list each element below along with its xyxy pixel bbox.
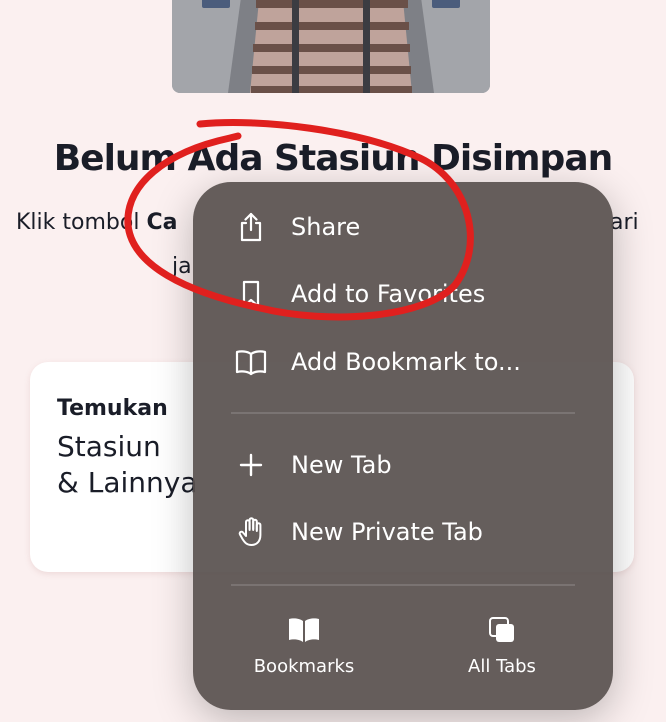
browser-context-menu: Share Add to Favorites Add Bookmark to..… — [193, 182, 613, 710]
menu-item-new-tab[interactable]: New Tab — [193, 433, 613, 497]
discover-card-heading: Stasiun — [57, 430, 161, 463]
menu-item-add-to-favorites[interactable]: Add to Favorites — [193, 262, 613, 326]
all-tabs-label: All Tabs — [468, 656, 536, 677]
railway-track-illustration — [172, 0, 490, 93]
plus-icon — [233, 447, 269, 483]
all-tabs-button[interactable]: All Tabs — [422, 608, 582, 682]
book-open-icon — [233, 344, 269, 380]
bookmark-icon — [233, 276, 269, 312]
menu-item-new-private-tab[interactable]: New Private Tab — [193, 500, 613, 564]
menu-item-share[interactable]: Share — [193, 195, 613, 259]
hand-icon — [233, 514, 269, 550]
tabs-icon — [484, 612, 520, 648]
share-icon — [233, 209, 269, 245]
menu-item-label: Share — [291, 213, 361, 241]
bookmarks-icon — [286, 612, 322, 648]
bookmarks-button[interactable]: Bookmarks — [224, 608, 384, 682]
menu-item-label: Add Bookmark to... — [291, 348, 521, 376]
empty-state-description: Klik tombol Ca — [16, 210, 177, 235]
menu-divider — [231, 584, 575, 586]
menu-item-label: Add to Favorites — [291, 280, 486, 308]
empty-state-description-text: Klik tombol — [16, 210, 147, 235]
menu-item-add-bookmark-to[interactable]: Add Bookmark to... — [193, 330, 613, 394]
empty-state-description-line2: ja — [172, 254, 192, 279]
menu-item-label: New Private Tab — [291, 518, 483, 546]
empty-state-description-bold: Ca — [146, 210, 178, 235]
menu-divider — [231, 412, 575, 414]
empty-state-title: Belum Ada Stasiun Disimpan — [53, 138, 614, 179]
empty-state-description-end: ari — [610, 210, 639, 235]
menu-item-label: New Tab — [291, 451, 392, 479]
discover-card-label: Temukan — [57, 396, 168, 421]
bookmarks-label: Bookmarks — [253, 656, 355, 677]
discover-card-subheading: & Lainnya — [57, 466, 198, 499]
